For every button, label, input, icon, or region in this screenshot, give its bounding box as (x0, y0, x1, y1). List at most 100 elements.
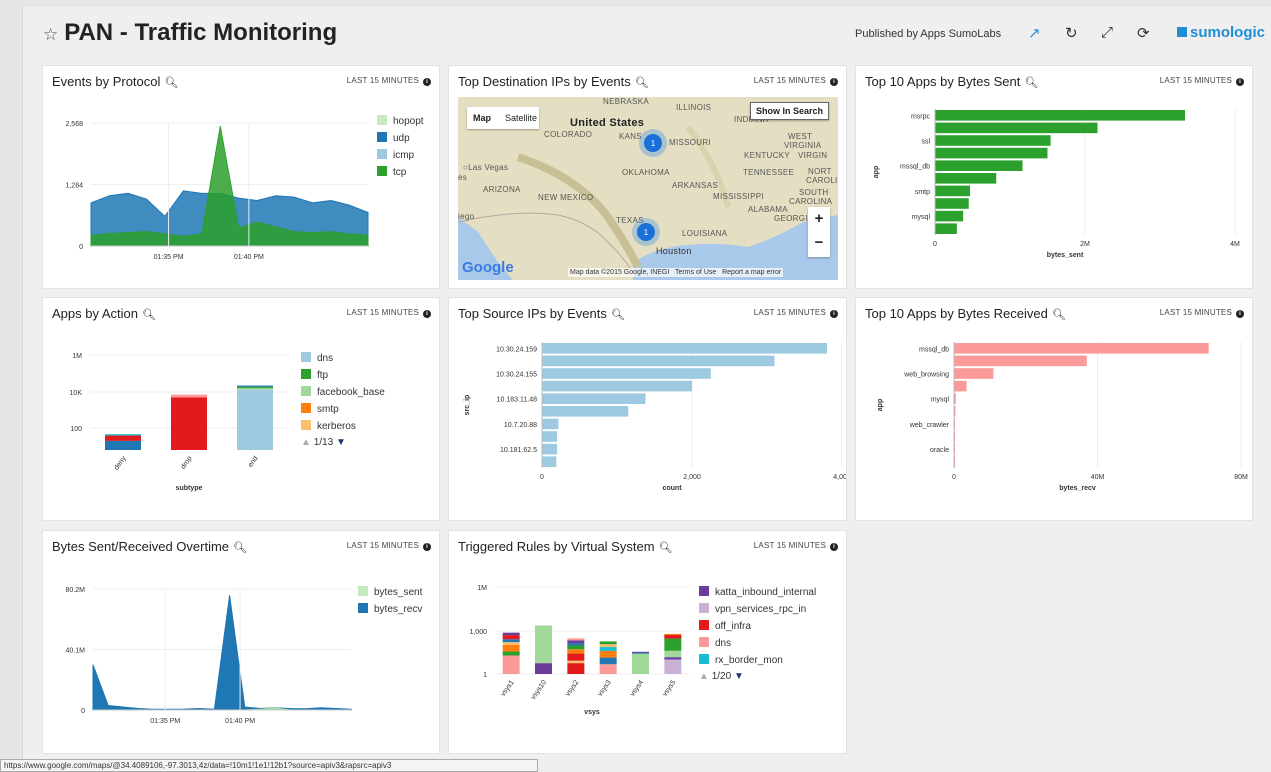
google-logo: Google (462, 259, 514, 276)
legend-item: off_infra (699, 620, 816, 637)
legend-item: hopopt (377, 115, 424, 132)
panel-title: Top Destination IPs by Events 🔍︎ (458, 74, 649, 89)
bar-segment (664, 634, 682, 639)
x-tick-label: 01:40 PM (225, 718, 255, 725)
x-tick-label: 4,000 (833, 474, 846, 481)
x-tick-label: 0 (540, 474, 544, 481)
y-tick-label: mysql (912, 214, 931, 221)
search-icon[interactable]: 🔍︎ (635, 77, 649, 89)
refresh-icon[interactable]: ↻ (1065, 24, 1078, 42)
bar (542, 380, 692, 392)
zoom-in-button[interactable]: + (808, 207, 830, 231)
legend-item: smtp (301, 403, 385, 420)
x-tick-label: vsys5 (661, 679, 677, 698)
panel-top-source-ips: Top Source IPs by Events 🔍︎ LAST 15 MINUT… (448, 297, 847, 521)
y-tick-label: web_crawler (909, 422, 950, 429)
share-icon[interactable]: ↗ (1028, 24, 1041, 42)
fullscreen-icon[interactable]: ⤢ (1101, 24, 1113, 41)
x-tick-label: 0 (933, 241, 937, 248)
bar-segment (535, 663, 552, 674)
bar-segment (535, 625, 552, 664)
time-range[interactable]: LAST 15 MINUTES i (754, 76, 838, 86)
x-axis-label: vsys (584, 709, 600, 716)
bar (954, 343, 1209, 354)
map-view[interactable]: NEBRASKA ILLINOIS INDIANA United States … (458, 97, 838, 280)
x-tick-label: 2M (1080, 241, 1090, 248)
x-tick-label: 01:35 PM (150, 718, 180, 725)
panel-bytes-overtime: Bytes Sent/Received Overtime 🔍︎ LAST 15 M… (42, 530, 440, 754)
bar-segment (502, 644, 520, 652)
legend-item: kerberos (301, 420, 385, 437)
bar-segment (502, 632, 520, 636)
map-type-control: Map Satellite (467, 107, 539, 129)
legend-pager[interactable]: ▲ 1/13 ▼ (301, 437, 385, 454)
bar (954, 380, 967, 392)
y-tick-label: 2,568 (65, 121, 83, 128)
star-icon[interactable]: ☆ (43, 25, 58, 44)
chart-legend: dns ftp facebook_base smtp kerberos ▲ 1/… (301, 352, 385, 454)
y-tick-label: msrpc (911, 113, 931, 120)
bar (542, 406, 629, 417)
y-tick-label: 1M (477, 585, 487, 592)
y-tick-label: 1 (483, 672, 487, 679)
bar-segment (502, 642, 520, 645)
x-tick-label: deny (113, 455, 128, 472)
bar-segment (567, 645, 585, 650)
dashboard-title: ☆ PAN - Traffic Monitoring (43, 19, 338, 46)
y-axis-label: src_ip (464, 395, 471, 416)
zoom-control: + − (808, 207, 830, 257)
map-button[interactable]: Map (473, 113, 491, 123)
bar-segment (502, 651, 520, 656)
dashboard-header: ☆ PAN - Traffic Monitoring Published by A… (23, 7, 1271, 59)
bar-segment (567, 649, 585, 654)
x-tick-label: vsys2 (564, 679, 580, 698)
bar (542, 368, 711, 379)
chart-legend: hopopt udp icmp tcp (377, 115, 424, 183)
source-ips-chart: 0 2,000 4,000 10.30.24.159 10.30.24.155 10.18… (464, 342, 846, 492)
x-axis-label: bytes_sent (1047, 252, 1084, 259)
bar (935, 110, 1185, 121)
y-tick-label: 80.2M (66, 587, 86, 594)
bar (542, 393, 646, 404)
x-tick-label: vsys4 (629, 679, 645, 698)
legend-item: tcp (377, 166, 424, 183)
series-area-bytes_recv (92, 595, 352, 711)
x-tick-label: end (247, 455, 259, 469)
bar-segment (567, 653, 585, 661)
info-icon: i (830, 78, 838, 86)
satellite-button[interactable]: Satellite (505, 113, 537, 123)
zoom-out-button[interactable]: − (808, 231, 830, 255)
x-tick-label: 4M (1230, 241, 1240, 248)
y-tick-label: web_browsing (903, 372, 949, 379)
bar-segment (599, 641, 617, 645)
settings-icon[interactable]: ⟳ (1137, 24, 1150, 42)
bar-segment (502, 635, 520, 640)
bar-segment (567, 640, 585, 644)
bar (935, 173, 997, 184)
x-axis-label: count (662, 485, 682, 492)
bytes-overtime-chart: 80.2M 40.1M 0 01:35 PM 01:40 PM (66, 587, 352, 725)
legend-item: facebook_base (301, 386, 385, 403)
bar (542, 355, 775, 367)
y-axis-label: app (873, 166, 880, 178)
x-tick-label: 01:35 PM (154, 254, 184, 261)
show-in-search-button[interactable]: Show In Search (750, 102, 830, 120)
bar-segment (171, 394, 207, 398)
bar (935, 198, 969, 209)
bar-segment (599, 664, 617, 674)
panel-top-apps-bytes-sent: Top 10 Apps by Bytes Sent 🔍︎ LAST 15 MINU… (855, 65, 1253, 289)
bar (542, 343, 827, 354)
bar (935, 223, 957, 234)
y-tick-label: 10.7.20.88 (504, 422, 537, 429)
page-down-icon: ▼ (733, 671, 744, 682)
map-attribution[interactable]: Map data ©2015 Google, INEGI Terms of Us… (568, 268, 784, 277)
y-tick-label: mysql (931, 397, 950, 404)
bar-segment (664, 659, 682, 674)
chart-legend: katta_inbound_internal vpn_services_rpc_… (699, 586, 816, 688)
y-tick-label: 40.1M (66, 648, 86, 655)
legend-pager[interactable]: ▲ 1/20 ▼ (699, 671, 816, 688)
bar-segment (237, 389, 273, 450)
y-tick-label: ssl (921, 139, 930, 146)
bar-segment (664, 650, 682, 658)
bar (935, 135, 1051, 146)
